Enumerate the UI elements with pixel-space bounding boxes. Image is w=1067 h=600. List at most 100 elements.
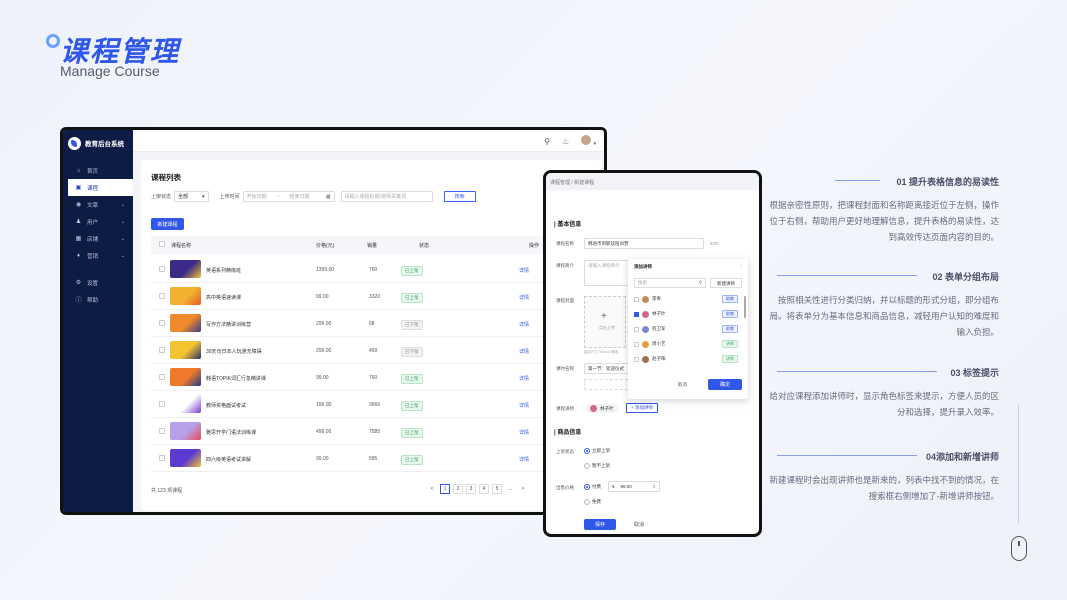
status-badge: 已下架 bbox=[401, 347, 423, 357]
basic-info-text: 基本信息 bbox=[557, 222, 582, 228]
date-range-picker[interactable]: 开始日期 ~ 结束日期 ▦ bbox=[242, 191, 335, 202]
lecturer-checkbox[interactable] bbox=[634, 341, 639, 347]
page-1[interactable]: 1 bbox=[440, 484, 450, 494]
col-price: 价格(元) bbox=[316, 243, 335, 249]
free-radio[interactable]: 免费 bbox=[584, 499, 601, 505]
popup-ok-button[interactable]: 确定 bbox=[708, 379, 742, 390]
lecturer-option[interactable]: 赵子晖 讲师 bbox=[634, 352, 742, 366]
new-lecturer-button[interactable]: 新建讲师 bbox=[710, 278, 742, 288]
course-sales: 68 bbox=[369, 321, 375, 327]
goods-info-title: | 商品信息 bbox=[554, 430, 582, 436]
save-button[interactable]: 保存 bbox=[584, 519, 616, 530]
bell-icon[interactable]: ♨ bbox=[562, 137, 569, 146]
sidebar-item-5[interactable]: ♦ 营销 ⌄ bbox=[63, 247, 133, 264]
row-checkbox[interactable] bbox=[159, 374, 165, 380]
note-body: 按照相关性进行分类归纳，并以标题的形式分组，即分组布局。将表单分为基本信息和商品… bbox=[769, 295, 999, 337]
status-select[interactable]: 全部 ▾ bbox=[174, 191, 209, 202]
row-checkbox[interactable] bbox=[159, 320, 165, 326]
detail-link[interactable]: 详情 bbox=[519, 321, 529, 328]
prev-page-button[interactable]: < bbox=[427, 484, 437, 494]
lecturer-checkbox[interactable] bbox=[634, 326, 639, 332]
search-button[interactable]: 搜索 bbox=[443, 191, 476, 202]
sidebar-item-6[interactable]: ⚙ 设置 bbox=[63, 274, 133, 291]
course-name-input[interactable]: 韩语币到职读陪训营 bbox=[584, 238, 704, 249]
course-cover-thumbnail bbox=[170, 395, 201, 413]
sidebar-item-label: 店铺 bbox=[87, 236, 99, 243]
page-2[interactable]: 2 bbox=[453, 484, 463, 494]
lecturer-option[interactable]: 周小艺 讲师 bbox=[634, 337, 742, 351]
help-icon: ⓘ bbox=[75, 298, 82, 304]
sidebar-item-1[interactable]: ▣ 课程 bbox=[68, 179, 133, 196]
lecturer-chip[interactable]: 林子叶 bbox=[586, 404, 618, 413]
cover-upload[interactable]: + 点击上传 bbox=[584, 296, 626, 348]
stepper-icon[interactable]: ⇕ bbox=[652, 484, 656, 489]
detail-link[interactable]: 详情 bbox=[519, 267, 529, 274]
lecturer-checkbox[interactable] bbox=[634, 311, 639, 317]
course-sales: 3320 bbox=[369, 294, 381, 300]
lecturer-search-input[interactable]: 搜索 ⚲ bbox=[634, 278, 706, 288]
status-select-value: 全部 bbox=[178, 194, 189, 200]
page-4[interactable]: 4 bbox=[479, 484, 489, 494]
detail-link[interactable]: 详情 bbox=[519, 402, 529, 409]
search-input[interactable]: 请输入课程标题/讲师关键词 bbox=[340, 191, 433, 202]
add-lecturer-button[interactable]: + 添加讲师 bbox=[626, 403, 658, 413]
sidebar-item-0[interactable]: ⌂ 首页 bbox=[63, 162, 133, 179]
course-name: 30天句日本人玩通无障碍 bbox=[206, 349, 262, 355]
avatar bbox=[642, 340, 649, 348]
lecturer-option[interactable]: 何卫军 助教 bbox=[634, 322, 742, 336]
row-checkbox[interactable] bbox=[159, 266, 165, 272]
lecturer-checkbox[interactable] bbox=[634, 356, 639, 362]
table-row: 30天句日本人玩通无障碍 299.00 459 已下架 详情 bbox=[151, 337, 596, 364]
note-title: 01 提升表格信息的易读性 bbox=[896, 177, 999, 187]
sidebar-item-3[interactable]: ♟ 用户 ⌄ bbox=[63, 213, 133, 230]
cancel-button[interactable]: 取消 bbox=[634, 521, 644, 528]
lecturer-chip-label: 林子叶 bbox=[600, 405, 614, 411]
page-5[interactable]: 5 bbox=[492, 484, 502, 494]
avatar bbox=[642, 295, 649, 303]
detail-link[interactable]: 详情 bbox=[519, 456, 529, 463]
course-price: 499.00 bbox=[316, 429, 332, 435]
sidebar-item-2[interactable]: ◉ 文章 ⌄ bbox=[63, 196, 133, 213]
avatar[interactable]: ▾ bbox=[581, 135, 596, 147]
row-checkbox[interactable] bbox=[159, 401, 165, 407]
next-page-button[interactable]: > bbox=[518, 484, 528, 494]
gear-icon: ⚙ bbox=[75, 280, 82, 286]
row-checkbox[interactable] bbox=[159, 455, 165, 461]
course-name: 韩语TOPIK词汇行急精讲课 bbox=[206, 376, 266, 382]
scrollbar[interactable] bbox=[744, 296, 746, 318]
detail-link[interactable]: 详情 bbox=[519, 348, 529, 355]
select-all-checkbox[interactable] bbox=[159, 241, 165, 247]
search-icon[interactable]: ⚲ bbox=[544, 137, 550, 146]
detail-link[interactable]: 详情 bbox=[519, 375, 529, 382]
shelf-later-radio[interactable]: 暂不上架 bbox=[584, 463, 610, 469]
popup-cancel-button[interactable]: 取消 bbox=[678, 382, 687, 388]
tablet-mockup: 课程管理 / 新建课程 | 基本信息 课程名称 韩语币到职读陪训营 9/20 课… bbox=[543, 170, 762, 537]
detail-link[interactable]: 详情 bbox=[519, 294, 529, 301]
lecturer-option[interactable]: 林子叶 助教 bbox=[634, 307, 742, 321]
lecturer-checkbox[interactable] bbox=[634, 296, 639, 302]
lecturer-search-placeholder: 搜索 bbox=[638, 280, 647, 285]
paid-radio[interactable]: 付费 bbox=[584, 484, 601, 490]
app-logo: 教育后台系统 bbox=[63, 130, 133, 156]
close-icon[interactable]: › bbox=[741, 263, 743, 268]
page-3[interactable]: 3 bbox=[466, 484, 476, 494]
lecturer-option[interactable]: 李青 助教 bbox=[634, 292, 742, 306]
new-course-button[interactable]: 新建课程 bbox=[151, 218, 184, 230]
course-price: 199.00 bbox=[316, 402, 332, 408]
sidebar-item-7[interactable]: ⓘ 帮助 bbox=[63, 291, 133, 308]
detail-link[interactable]: 详情 bbox=[519, 429, 529, 436]
page-...[interactable]: ... bbox=[505, 484, 515, 494]
row-checkbox[interactable] bbox=[159, 428, 165, 434]
course-name: 写作方法精讲训练营 bbox=[206, 322, 252, 328]
course-cover-thumbnail bbox=[170, 260, 201, 278]
time-filter-label: 上传时间 bbox=[219, 194, 240, 200]
lecturer-name: 何卫军 bbox=[652, 326, 666, 331]
intro-label: 课程简介 bbox=[556, 263, 574, 268]
avatar bbox=[642, 355, 649, 363]
row-checkbox[interactable] bbox=[159, 293, 165, 299]
price-input[interactable]: ¥99.00 ⇕ bbox=[608, 481, 660, 492]
row-checkbox[interactable] bbox=[159, 347, 165, 353]
shelf-now-radio[interactable]: 立即上架 bbox=[584, 448, 610, 454]
sidebar-item-4[interactable]: ▦ 店铺 ⌄ bbox=[63, 230, 133, 247]
table-row: 教师资格面试考试 199.00 3666 已上架 详情 bbox=[151, 391, 596, 418]
